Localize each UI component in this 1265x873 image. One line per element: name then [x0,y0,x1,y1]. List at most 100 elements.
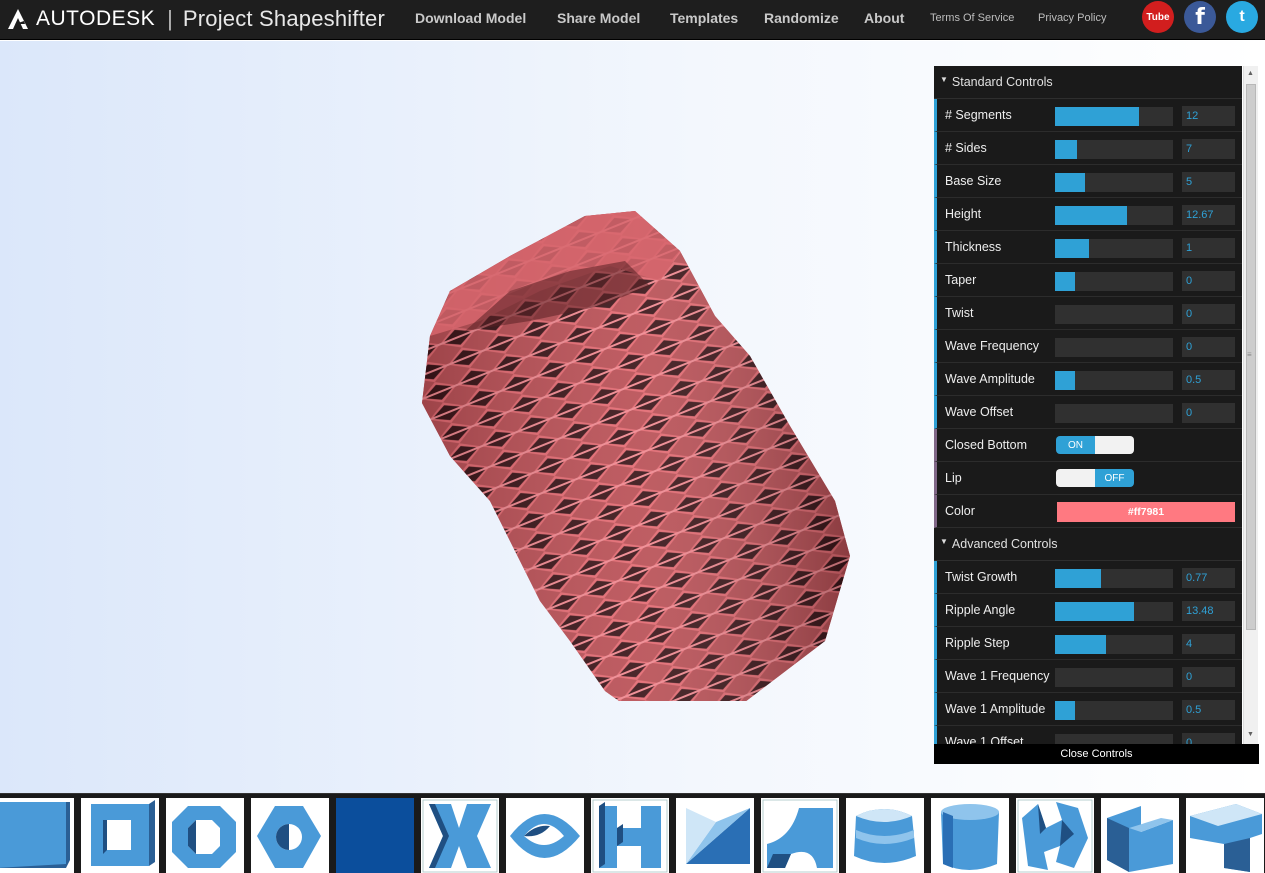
brand-separator: | [167,6,173,31]
lip-row: Lip OFF [934,462,1242,495]
control-label: Taper [945,273,977,287]
scroll-down-arrow-icon[interactable]: ▼ [1247,731,1254,738]
control-value-input[interactable]: 4 [1182,634,1235,654]
control-value-input[interactable]: 12.67 [1182,205,1235,225]
nav-share-model[interactable]: Share Model [557,10,640,26]
control-slider[interactable] [1055,635,1173,654]
control-slider[interactable] [1055,701,1173,720]
control-value-input[interactable]: 0.77 [1182,568,1235,588]
nav-terms-of-service[interactable]: Terms Of Service [930,12,1014,24]
template-lens-ring[interactable] [506,798,584,873]
corner-block-icon [1107,806,1173,872]
control-slider[interactable] [1055,206,1173,225]
square-block-icon [0,802,70,868]
nav-privacy-policy[interactable]: Privacy Policy [1038,12,1106,24]
nav-download-model[interactable]: Download Model [415,10,526,26]
template-pyramid-cut[interactable] [676,798,754,873]
standard-controls-title: Standard Controls [951,75,1053,89]
control-slider[interactable] [1055,107,1173,126]
control-value-input[interactable]: 0.5 [1182,370,1235,390]
advanced-controls-header[interactable]: ▼ Advanced Controls [934,528,1242,561]
color-picker-input[interactable]: #ff7981 [1057,502,1235,522]
control-slider[interactable] [1055,668,1173,687]
lip-toggle[interactable]: OFF [1056,469,1134,487]
toggle-off-segment [1095,436,1134,454]
advanced-row: Wave 1 Frequency 0 [934,660,1242,693]
control-value-input[interactable]: 0 [1182,733,1235,744]
lattice-vase-model[interactable] [370,171,870,701]
control-slider[interactable] [1055,305,1173,324]
control-value-input[interactable]: 12 [1182,106,1235,126]
hex-ring-icon [257,806,321,868]
nav-about[interactable]: About [864,10,904,26]
control-label: # Segments [945,108,1012,122]
close-controls-button[interactable]: Close Controls [934,744,1259,764]
control-slider[interactable] [1055,569,1173,588]
control-slider[interactable] [1055,371,1173,390]
brand-name: AUTODESK [36,7,156,30]
autodesk-logo[interactable]: AUTODESK | Project Shapeshifter [6,5,385,33]
control-value-input[interactable]: 0 [1182,337,1235,357]
template-selected-template[interactable] [336,798,414,873]
scroll-up-arrow-icon[interactable]: ▲ [1247,70,1254,77]
control-value-input[interactable]: 0 [1182,271,1235,291]
control-value-input[interactable]: 1 [1182,238,1235,258]
standard-controls-header[interactable]: ▼ Standard Controls [934,66,1242,99]
template-corner-block[interactable] [1101,798,1179,873]
slider-fill [1055,239,1090,258]
template-square-frame[interactable] [81,798,159,873]
control-slider[interactable] [1055,602,1173,621]
control-slider[interactable] [1055,734,1173,744]
tall-cylinder-icon [941,804,999,870]
template-hex-ring[interactable] [251,798,329,873]
control-label: Wave 1 Amplitude [945,702,1046,716]
template-octagon-ring[interactable] [166,798,244,873]
control-label: # Sides [945,141,987,155]
control-slider[interactable] [1055,272,1173,291]
square-frame-icon [91,800,155,866]
template-tall-cylinder[interactable] [931,798,1009,873]
control-label: Base Size [945,174,1002,188]
control-slider[interactable] [1055,338,1173,357]
slider-fill [1055,107,1139,126]
control-slider[interactable] [1055,173,1173,192]
control-value-input[interactable]: 0 [1182,304,1235,324]
nav-templates[interactable]: Templates [670,10,738,26]
control-value-input[interactable]: 7 [1182,139,1235,159]
youtube-icon[interactable]: Tube [1142,1,1174,33]
color-row: Color #ff7981 [934,495,1242,528]
template-h-shape[interactable] [591,798,669,873]
control-slider[interactable] [1055,404,1173,423]
template-arch-shape[interactable] [761,798,839,873]
template-cylinder[interactable] [846,798,924,873]
twitter-icon[interactable]: t [1226,1,1258,33]
control-value-input[interactable]: 0 [1182,667,1235,687]
advanced-row: Wave 1 Offset 0 [934,726,1242,744]
control-label: Wave Offset [945,405,1014,419]
panel-scrollbar[interactable]: ▲ ≡ ▼ [1243,66,1258,744]
youtube-icon-text: Tube [1146,11,1170,23]
slider-fill [1055,173,1085,192]
control-label: Ripple Angle [945,603,1016,617]
slider-fill [1055,272,1076,291]
slider-fill [1055,371,1076,390]
template-twisted-h[interactable] [1016,798,1094,873]
x-shape-icon [422,799,498,873]
control-value-input[interactable]: 13.48 [1182,601,1235,621]
control-slider[interactable] [1055,140,1173,159]
product-name: Project Shapeshifter [182,6,385,31]
advanced-row: Ripple Angle 13.48 [934,594,1242,627]
nav-randomize[interactable]: Randomize [764,10,839,26]
control-value-input[interactable]: 0.5 [1182,700,1235,720]
control-value-input[interactable]: 5 [1182,172,1235,192]
template-x-shape[interactable] [421,798,499,873]
control-value-input[interactable]: 0 [1182,403,1235,423]
template-square-block[interactable] [0,798,74,873]
octagon-ring-icon [172,806,236,868]
template-t-block[interactable] [1186,798,1264,873]
standard-row: Twist 0 [934,297,1242,330]
standard-row: Wave Amplitude 0.5 [934,363,1242,396]
control-slider[interactable] [1055,239,1173,258]
closed-bottom-toggle[interactable]: ON [1056,436,1134,454]
facebook-icon[interactable]: f [1184,1,1216,33]
